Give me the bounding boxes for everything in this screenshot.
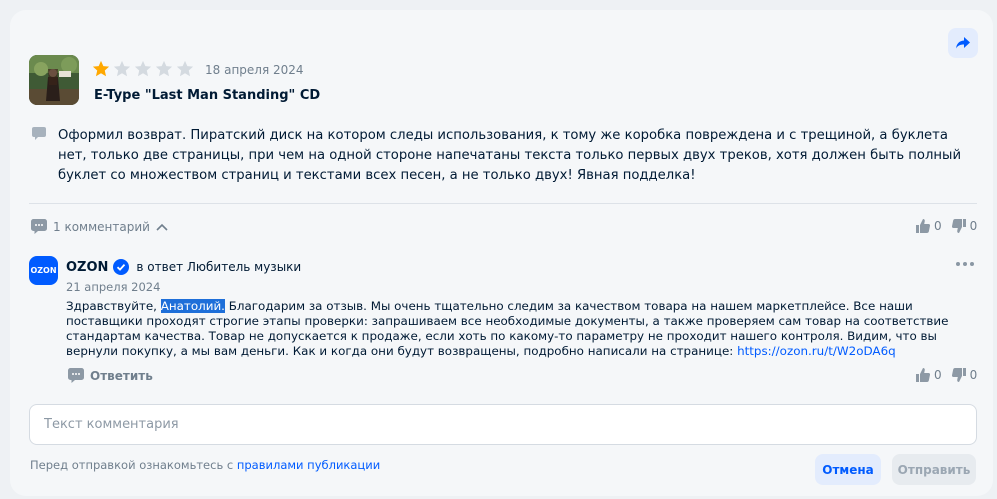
reply-to: в ответ Любитель музыки <box>136 260 302 274</box>
star-empty-icon <box>113 60 131 77</box>
share-icon <box>956 37 970 49</box>
thumbs-down-icon <box>951 368 966 382</box>
review-date: 18 апреля 2024 <box>205 63 304 77</box>
cancel-button[interactable]: Отмена <box>815 454 881 485</box>
highlighted-name: Анатолий. <box>160 299 225 313</box>
send-button[interactable]: Отправить <box>892 454 976 485</box>
ozon-logo[interactable]: OZON <box>29 256 58 285</box>
dislike-button[interactable]: 0 <box>951 219 978 233</box>
reply-dislike-count: 0 <box>969 368 978 382</box>
thumbs-up-icon <box>916 368 930 382</box>
product-title[interactable]: E-Type "Last Man Standing" CD <box>94 88 320 103</box>
more-dots-icon <box>956 262 960 266</box>
comment-bubble-icon <box>68 368 84 383</box>
comment-input[interactable] <box>29 404 977 445</box>
star-empty-icon <box>134 60 152 77</box>
seller-name[interactable]: OZON <box>66 260 108 275</box>
like-button[interactable]: 0 <box>916 219 942 233</box>
like-count: 0 <box>934 219 942 233</box>
comments-count: 1 комментарий <box>53 219 150 234</box>
reply-dislike-button[interactable]: 0 <box>951 368 978 382</box>
rules-note: Перед отправкой ознакомьтесь с правилами… <box>30 458 380 472</box>
dislike-count: 0 <box>969 219 978 233</box>
answer-label: Ответить <box>90 368 153 383</box>
reply-header: OZON в ответ Любитель музыки <box>66 259 301 275</box>
reply-text-start: Здравствуйте, <box>66 299 161 313</box>
divider <box>29 203 977 204</box>
star-empty-icon <box>176 60 194 77</box>
reply-votes: 0 0 <box>916 368 977 382</box>
rating-stars <box>92 60 194 78</box>
verified-badge-icon <box>113 259 130 275</box>
more-options-button[interactable] <box>956 262 974 266</box>
share-button[interactable] <box>948 28 978 58</box>
product-thumbnail[interactable] <box>29 55 79 105</box>
rules-prefix: Перед отправкой ознакомьтесь с <box>30 458 237 472</box>
star-empty-icon <box>155 60 173 77</box>
comment-bubble-icon <box>32 127 46 140</box>
reply-text: Здравствуйте, Анатолий. Благодарим за от… <box>66 299 978 359</box>
reply-link[interactable]: https://ozon.ru/t/W2oDA6q <box>737 344 896 358</box>
star-filled-icon <box>92 60 110 77</box>
reply-answer-button[interactable]: Ответить <box>68 368 153 383</box>
review-text: Оформил возврат. Пиратский диск на котор… <box>58 128 962 183</box>
comment-bubble-icon <box>31 219 47 234</box>
reply-like-count: 0 <box>934 368 942 382</box>
thumbs-up-icon <box>916 219 930 233</box>
rules-link[interactable]: правилами публикации <box>237 458 380 472</box>
reply-like-button[interactable]: 0 <box>916 368 942 382</box>
chevron-up-icon <box>156 223 168 231</box>
thumbs-down-icon <box>951 219 966 233</box>
reply-date: 21 апреля 2024 <box>66 280 161 294</box>
comments-toggle[interactable]: 1 комментарий <box>31 219 168 234</box>
review-votes: 0 0 <box>916 219 977 233</box>
